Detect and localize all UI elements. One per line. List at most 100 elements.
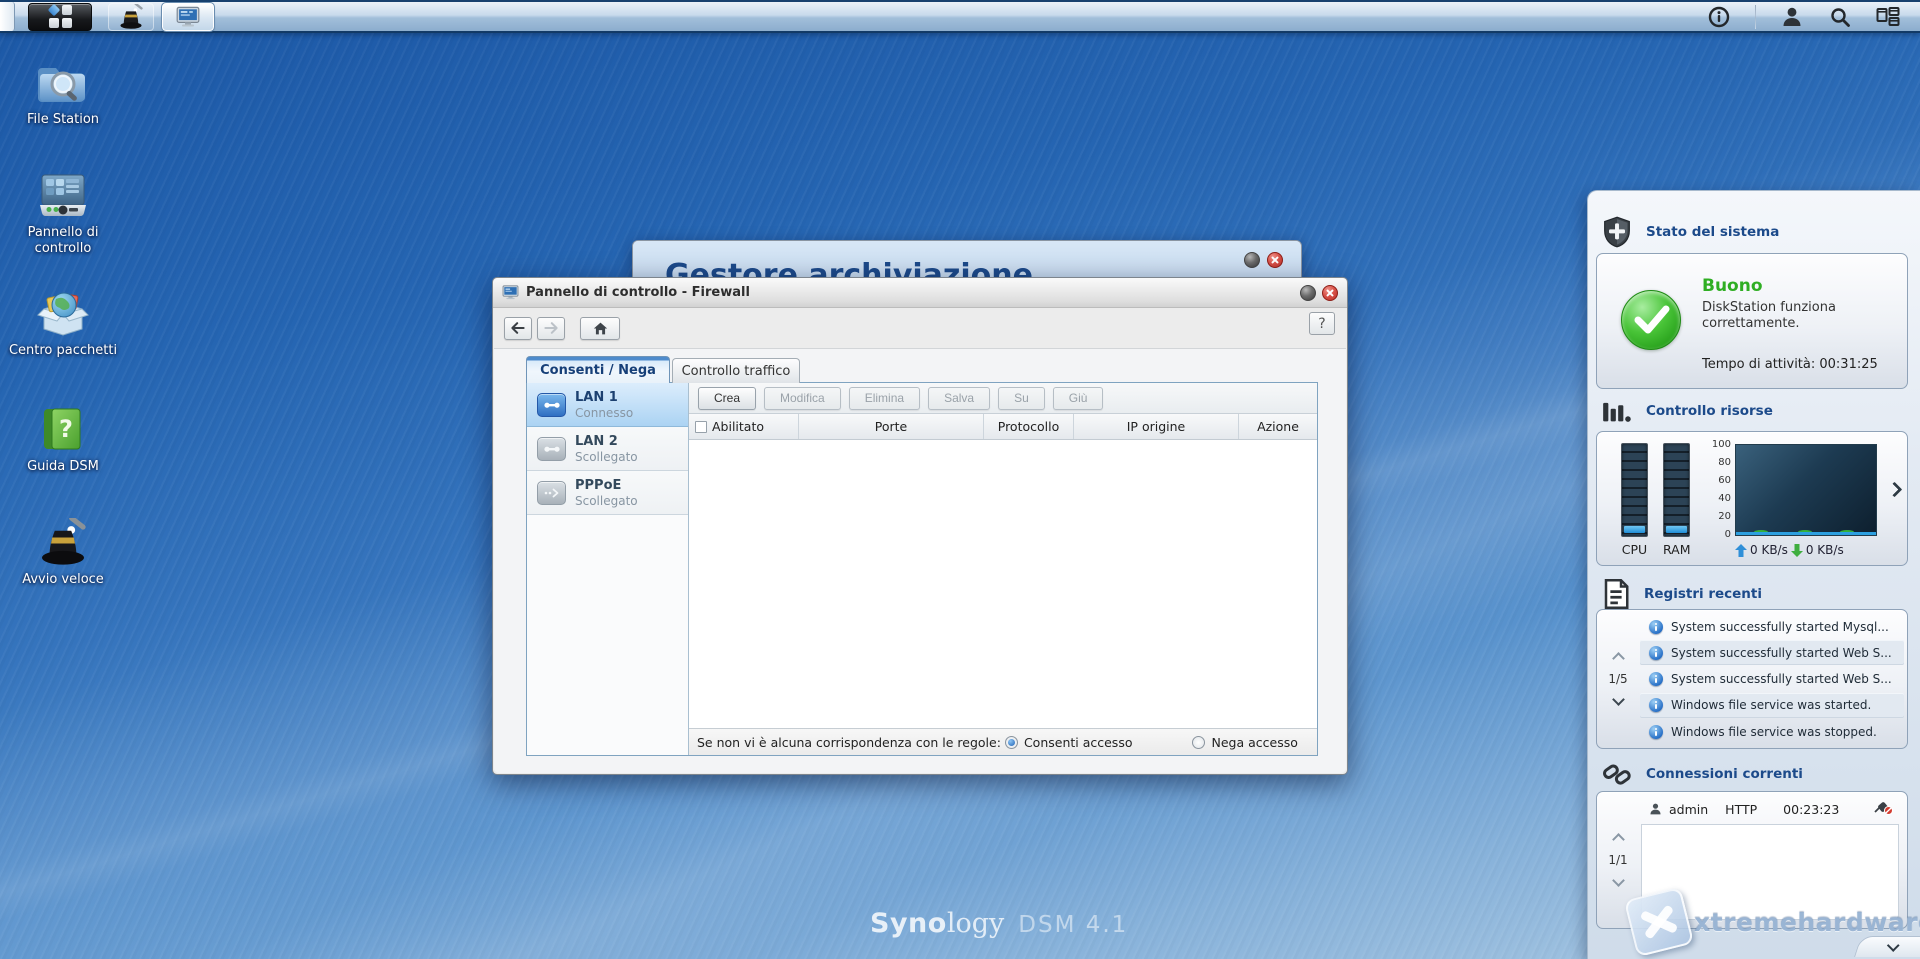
info-icon bbox=[1649, 698, 1663, 713]
status-description: DiskStation funziona correttamente. bbox=[1702, 300, 1836, 331]
info-button[interactable] bbox=[1707, 5, 1731, 29]
column-header: Azione bbox=[1257, 419, 1299, 434]
minimize-button[interactable] bbox=[1300, 284, 1316, 301]
download-arrow-icon bbox=[1790, 543, 1803, 557]
uptime-label: Tempo di attività: 00:31:25 bbox=[1702, 357, 1878, 372]
page-down-icon[interactable] bbox=[1611, 874, 1625, 887]
quick-launch-taskbar-button[interactable] bbox=[108, 2, 154, 31]
search-icon bbox=[1831, 7, 1850, 27]
create-button[interactable]: Crea bbox=[698, 386, 757, 410]
close-icon[interactable] bbox=[1267, 252, 1283, 268]
interface-item-pppoe[interactable]: PPPoE Scollegato bbox=[527, 471, 688, 515]
tab-controllo-traffico[interactable]: Controllo traffico bbox=[672, 358, 800, 383]
disconnect-button[interactable] bbox=[1873, 800, 1893, 818]
column-header: Abilitato bbox=[712, 419, 765, 434]
deny-access-radio[interactable] bbox=[1192, 735, 1206, 749]
connection-row[interactable]: admin HTTP 00:23:23 bbox=[1649, 800, 1893, 818]
control-panel-firewall-window: Pannello di controllo - Firewall ? Conse… bbox=[492, 277, 1348, 775]
resource-detail-arrow[interactable] bbox=[1886, 481, 1903, 498]
connection-duration: 00:23:23 bbox=[1783, 801, 1840, 817]
log-item[interactable]: Windows file service was started. bbox=[1640, 692, 1904, 718]
back-button[interactable] bbox=[504, 316, 532, 340]
resource-monitor-icon bbox=[1603, 402, 1631, 422]
page-up-icon[interactable] bbox=[1611, 652, 1625, 665]
edit-button[interactable]: Modifica bbox=[764, 386, 841, 410]
rules-region: Crea Modifica Elimina Salva Su Giù Abili… bbox=[689, 383, 1317, 755]
desktop-icon-quick-start[interactable]: Avvio veloce bbox=[8, 517, 118, 588]
delete-button[interactable]: Elimina bbox=[848, 386, 921, 410]
logs-pager: 1/5 bbox=[1597, 610, 1639, 748]
firewall-panel: LAN 1 Connesso LAN 2 Scollegato PPPoE Sc… bbox=[526, 382, 1318, 756]
upload-arrow-icon bbox=[1735, 543, 1747, 557]
desktop-icon-label: Centro pacchetti bbox=[8, 343, 118, 358]
brand-bold: Syno bbox=[870, 908, 947, 939]
select-all-checkbox[interactable] bbox=[695, 420, 707, 433]
desktop-icon-file-station[interactable]: File Station bbox=[8, 57, 118, 128]
page-indicator: 1/1 bbox=[1608, 853, 1628, 867]
connections-title: Connessioni correnti bbox=[1646, 766, 1803, 782]
log-item[interactable]: System successfully started Web S... bbox=[1640, 640, 1904, 666]
disconnect-icon bbox=[1874, 802, 1893, 815]
default-policy-label: Se non vi è alcuna corrispondenza con le… bbox=[697, 734, 1001, 750]
widget-collapse-tab[interactable] bbox=[1854, 936, 1920, 957]
cpu-label: CPU bbox=[1621, 542, 1648, 557]
network-speed-row: 0 KB/s 0 KB/s bbox=[1735, 543, 1844, 557]
lan-connected-icon bbox=[537, 393, 566, 417]
logs-icon bbox=[1604, 579, 1629, 609]
window-titlebar[interactable]: Pannello di controllo - Firewall bbox=[493, 278, 1347, 308]
info-icon bbox=[1649, 724, 1663, 739]
svg-text:?: ? bbox=[59, 415, 73, 443]
allow-access-radio[interactable] bbox=[1004, 735, 1018, 749]
log-item[interactable]: System successfully started Mysql... bbox=[1640, 614, 1904, 639]
desktop-icon-label: Pannello di controllo bbox=[27, 225, 99, 256]
resource-monitor-title: Controllo risorse bbox=[1646, 403, 1773, 419]
brand-light: logy bbox=[946, 908, 1005, 939]
desktop-icon-package-center[interactable]: Centro pacchetti bbox=[8, 288, 118, 359]
tab-consenti-nega[interactable]: Consenti / Nega bbox=[526, 356, 670, 383]
page-up-icon[interactable] bbox=[1611, 833, 1625, 846]
chart-y-ticks: 100 80 60 40 20 0 bbox=[1711, 439, 1731, 540]
desktop-icon-label: Avvio veloce bbox=[22, 572, 104, 587]
allow-access-label[interactable]: Consenti accesso bbox=[1024, 735, 1133, 750]
help-button[interactable]: ? bbox=[1309, 312, 1335, 335]
interface-item-lan1[interactable]: LAN 1 Connesso bbox=[527, 383, 688, 427]
desktop-icon-label: File Station bbox=[26, 112, 100, 127]
pilot-view-button[interactable] bbox=[1876, 5, 1900, 29]
user-menu-button[interactable] bbox=[1780, 5, 1804, 29]
window-icon bbox=[502, 285, 519, 300]
log-item[interactable]: Windows file service was stopped. bbox=[1640, 719, 1904, 744]
interface-status: Scollegato bbox=[575, 494, 638, 508]
page-indicator: 1/5 bbox=[1608, 672, 1628, 686]
taskbar-right-icons bbox=[1707, 4, 1920, 29]
taskbar bbox=[0, 0, 1920, 33]
close-icon[interactable] bbox=[1322, 284, 1338, 301]
main-menu-button[interactable] bbox=[28, 2, 92, 31]
desktop-icon-control-panel[interactable]: Pannello di controllo bbox=[8, 170, 118, 257]
show-desktop-button[interactable] bbox=[0, 2, 15, 31]
recent-logs-card: 1/5 System successfully started Mysql...… bbox=[1596, 609, 1908, 749]
quick-start-icon bbox=[36, 517, 90, 567]
save-button[interactable]: Salva bbox=[928, 386, 991, 410]
default-policy-bar: Se non vi è alcuna corrispondenza con le… bbox=[689, 728, 1317, 755]
move-up-button[interactable]: Su bbox=[998, 386, 1045, 410]
search-button[interactable] bbox=[1828, 5, 1852, 29]
upload-speed: 0 KB/s bbox=[1750, 543, 1788, 557]
main-menu-grid-icon bbox=[47, 3, 72, 28]
forward-button[interactable] bbox=[537, 316, 565, 340]
desktop-icon-dsm-help[interactable]: ? Guida DSM bbox=[8, 404, 118, 475]
interface-item-lan2[interactable]: LAN 2 Scollegato bbox=[527, 427, 688, 471]
move-down-button[interactable]: Giù bbox=[1052, 386, 1104, 410]
rules-table-body[interactable] bbox=[689, 440, 1317, 728]
pilot-view-icon bbox=[1876, 6, 1900, 26]
home-button[interactable] bbox=[580, 316, 620, 340]
control-panel-window-icon bbox=[176, 6, 200, 26]
log-item[interactable]: System successfully started Web S... bbox=[1640, 667, 1904, 692]
taskbar-control-panel-window-button[interactable] bbox=[161, 1, 215, 32]
deny-access-label[interactable]: Nega accesso bbox=[1211, 735, 1297, 750]
page-down-icon[interactable] bbox=[1611, 693, 1625, 706]
cpu-gauge bbox=[1621, 443, 1648, 537]
interface-name: LAN 1 bbox=[575, 390, 618, 405]
user-icon bbox=[1783, 7, 1801, 26]
minimize-button[interactable] bbox=[1244, 252, 1260, 268]
window-navbar: ? bbox=[493, 309, 1347, 347]
